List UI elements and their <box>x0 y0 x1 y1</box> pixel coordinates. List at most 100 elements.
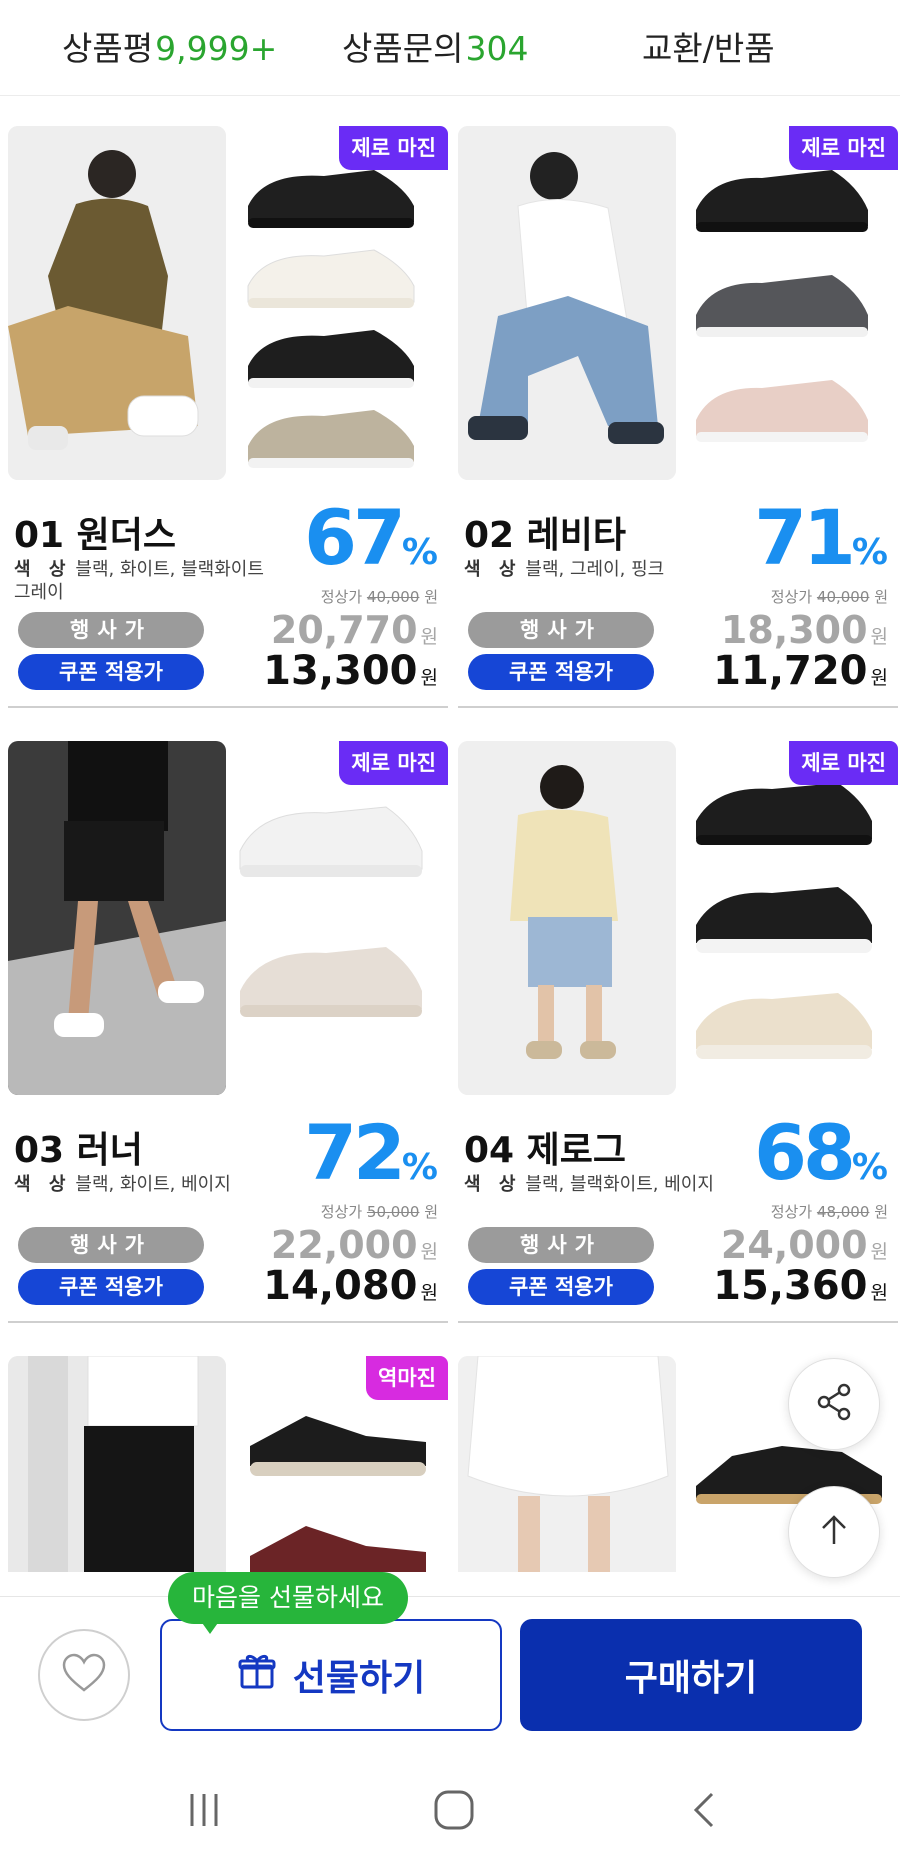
event-price: 18,300 원 <box>721 608 888 652</box>
recent-apps-icon <box>184 1790 224 1834</box>
regular-price-label: 정상가 <box>320 1203 363 1221</box>
coupon-price-label: 쿠폰 적용가 <box>468 654 654 690</box>
product-colors: 색 상 블랙, 화이트, 블랙화이트 그레이 <box>14 558 274 604</box>
currency: 원 <box>870 1282 888 1304</box>
gift-tooltip-tail <box>200 1620 220 1634</box>
zero-margin-badge: 제로 마진 <box>789 741 898 785</box>
currency: 원 <box>424 1203 438 1221</box>
coupon-price-value: 14,080 <box>263 1263 418 1309</box>
share-icon <box>812 1380 856 1428</box>
recent-apps-button[interactable] <box>174 1788 234 1836</box>
currency: 원 <box>870 1241 888 1263</box>
color-values: 블랙, 화이트, 베이지 <box>75 1174 231 1195</box>
event-price-value: 22,000 <box>270 1223 418 1267</box>
product-colors: 색 상 블랙, 그레이, 핑크 <box>464 558 724 581</box>
discount-value: 71 <box>754 493 856 582</box>
coupon-price-value: 15,360 <box>713 1263 868 1309</box>
product-title: 01 원더스 <box>14 515 176 556</box>
product-title: 02 레비타 <box>464 515 626 556</box>
shoe-lineup-photo: 제로 마진 <box>686 126 898 480</box>
discount-value: 67 <box>304 493 406 582</box>
discount-value: 68 <box>754 1108 856 1197</box>
coupon-price: 14,080 원 <box>263 1263 438 1309</box>
regular-price-label: 정상가 <box>320 588 363 606</box>
gift-button[interactable]: 선물하기 <box>160 1619 502 1731</box>
shoe-lineup-photo: 제로 마진 <box>236 126 448 480</box>
regular-price-label: 정상가 <box>770 1203 813 1221</box>
gift-tooltip: 마음을 선물하세요 <box>168 1572 408 1624</box>
coupon-price: 15,360 원 <box>713 1263 888 1309</box>
currency: 원 <box>874 1203 888 1221</box>
discount-rate: 68% <box>754 1113 888 1208</box>
color-label: 색 상 <box>464 559 522 580</box>
event-price: 20,770 원 <box>271 608 438 652</box>
currency: 원 <box>420 1241 438 1263</box>
wishlist-button[interactable] <box>38 1629 130 1721</box>
event-price-label: 행사가 <box>18 612 204 648</box>
percent-sign: % <box>401 532 438 573</box>
product-card-05[interactable]: 역마진 <box>8 1356 448 1572</box>
product-title: 04 제로그 <box>464 1130 626 1171</box>
back-icon <box>686 1790 726 1834</box>
card-divider <box>458 1321 898 1323</box>
shoe-lineup-photo: 제로 마진 <box>236 741 448 1095</box>
home-button[interactable] <box>424 1788 484 1836</box>
tab-reviews-count: 9,999+ <box>155 29 278 68</box>
coupon-price-label: 쿠폰 적용가 <box>18 1269 204 1305</box>
regular-price-value: 48,000 <box>816 1203 870 1221</box>
currency: 원 <box>874 588 888 606</box>
shoe-lineup-photo: 제로 마진 <box>686 741 898 1095</box>
currency: 원 <box>424 588 438 606</box>
event-price-label: 행사가 <box>468 1227 654 1263</box>
product-card-03[interactable]: 제로 마진 03 러너 색 상 블랙, 화이트, 베이지 72% 정상가 50,0… <box>8 741 448 1323</box>
currency: 원 <box>420 1282 438 1304</box>
discount-rate: 71% <box>754 498 888 593</box>
shoe-lineup-photo: 역마진 <box>236 1356 448 1572</box>
scroll-to-top-button[interactable] <box>788 1486 880 1578</box>
event-price-value: 24,000 <box>720 1223 868 1267</box>
tab-reviews[interactable]: 상품평9,999+ <box>62 22 277 70</box>
reverse-margin-badge: 역마진 <box>366 1356 448 1400</box>
event-price: 22,000 원 <box>271 1223 438 1267</box>
product-colors: 색 상 블랙, 블랙화이트, 베이지 <box>464 1173 724 1196</box>
buy-button[interactable]: 구매하기 <box>520 1619 862 1731</box>
gift-icon <box>237 1651 293 1700</box>
model-photo <box>8 1356 226 1572</box>
coupon-price-label: 쿠폰 적용가 <box>468 1269 654 1305</box>
zero-margin-badge: 제로 마진 <box>339 741 448 785</box>
color-label: 색 상 <box>14 559 72 580</box>
heart-icon <box>61 1652 107 1698</box>
coupon-price-value: 11,720 <box>713 648 868 694</box>
card-divider <box>458 706 898 708</box>
tab-qna[interactable]: 상품문의304 <box>342 22 528 70</box>
tab-exchange-return[interactable]: 교환/반품 <box>642 22 775 70</box>
color-label: 색 상 <box>464 1174 522 1195</box>
color-values: 블랙, 블랙화이트, 베이지 <box>525 1174 714 1195</box>
event-price-value: 18,300 <box>720 608 868 652</box>
event-price-label: 행사가 <box>18 1227 204 1263</box>
product-card-04[interactable]: 제로 마진 04 제로그 색 상 블랙, 블랙화이트, 베이지 68% 정상가 4… <box>458 741 898 1323</box>
back-button[interactable] <box>676 1788 736 1836</box>
product-card-01[interactable]: 제로 마진 01 원더스 색 상 블랙, 화이트, 블랙화이트 그레이 67% 정… <box>8 126 448 708</box>
share-button[interactable] <box>788 1358 880 1450</box>
zero-margin-badge: 제로 마진 <box>789 126 898 170</box>
arrow-up-icon <box>814 1510 854 1554</box>
regular-price-value: 50,000 <box>366 1203 420 1221</box>
regular-price-label: 정상가 <box>770 588 813 606</box>
product-card-02[interactable]: 제로 마진 02 레비타 색 상 블랙, 그레이, 핑크 71% 정상가 40,0… <box>458 126 898 708</box>
tab-reviews-label: 상품평 <box>62 29 154 68</box>
regular-price: 정상가 40,000 원 <box>771 586 888 607</box>
discount-value: 72 <box>304 1108 406 1197</box>
event-price-value: 20,770 <box>270 608 418 652</box>
regular-price: 정상가 48,000 원 <box>771 1201 888 1222</box>
model-photo <box>458 126 676 480</box>
model-photo <box>8 741 226 1095</box>
currency: 원 <box>870 626 888 648</box>
product-colors: 색 상 블랙, 화이트, 베이지 <box>14 1173 274 1196</box>
color-values: 블랙, 그레이, 핑크 <box>525 559 665 580</box>
percent-sign: % <box>851 532 888 573</box>
coupon-price-value: 13,300 <box>263 648 418 694</box>
discount-rate: 67% <box>304 498 438 593</box>
bottom-action-bar: 선물하기 구매하기 <box>0 1596 900 1760</box>
regular-price: 정상가 40,000 원 <box>321 586 438 607</box>
